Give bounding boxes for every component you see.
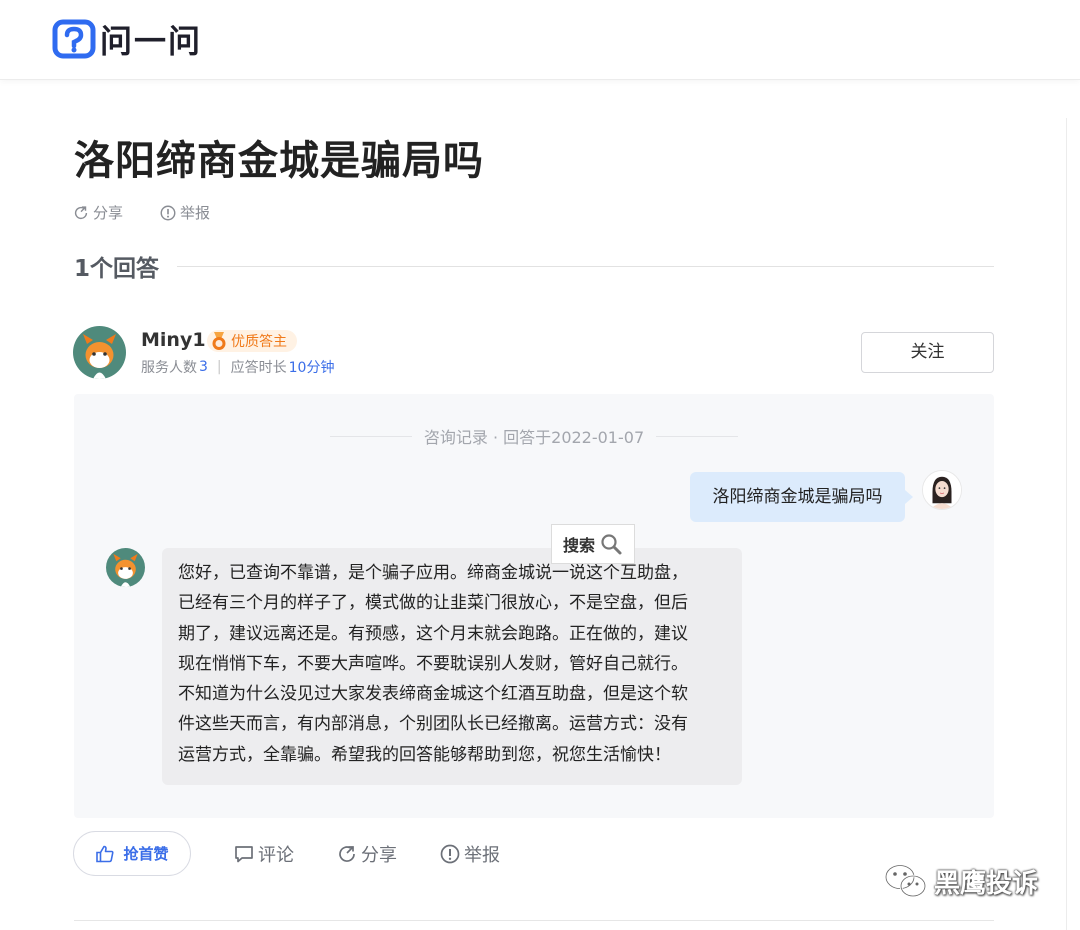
user-message-bubble: 洛阳缔商金城是骗局吗 [690,472,913,522]
comment-label: 评论 [258,844,294,866]
like-button[interactable]: 抢首赞 [73,831,191,876]
header-line-left [330,435,412,437]
page-divider [1066,118,1067,930]
answer-message-bubble: 您好，已查询不靠谱，是个骗子应用。缔商金城说一说这个互助盘， 已经有三个月的样子… [162,548,742,785]
header-line-right [656,435,738,437]
answers-count: 1个回答 [74,256,160,282]
answer-actions: 抢首赞 评论 分享 举报 [73,831,500,876]
answer-line: 期了，建议远离还是。有预感，这个月末就会跑路。正在做的，建议 [178,623,688,644]
watermark-text: 黑鹰投诉 [934,868,1039,899]
answer-line: 运营方式，全靠骗。希望我的回答能够帮助到您，祝您生活愉快！ [178,744,671,765]
answer-report-button[interactable]: 举报 [439,841,500,867]
brand-name: 问一问 [100,22,203,60]
search-icon [601,534,622,555]
wechat-icon [884,864,927,898]
user-portrait-icon [923,471,961,509]
like-label: 抢首赞 [123,845,169,863]
answer-line: 您好，已查询不靠谱，是个骗子应用。缔商金城说一说这个互助盘， [178,563,688,583]
question-title: 洛阳缔商金城是骗局吗 [74,138,484,184]
comment-icon [235,845,253,862]
top-bar: 问一问 [0,0,1080,80]
consult-header-text: 咨询记录 · 回答于2022-01-07 [423,428,645,447]
share-icon [339,845,355,862]
follow-button[interactable]: 关注 [861,332,994,373]
answers-header: 1个回答 [74,250,994,282]
question-actions: 分享 举报 [72,202,210,223]
header-divider [177,265,994,267]
logo[interactable]: 问一问 [52,16,202,62]
answerer-chat-avatar [106,548,145,587]
answer-share-button[interactable]: 分享 [336,841,397,867]
thumbs-up-icon [96,845,115,862]
quality-badge: 优质答主 [207,330,297,352]
consult-header: 咨询记录 · 回答于2022-01-07 [330,424,738,448]
medal-icon [212,332,226,350]
fox-avatar-icon [106,548,145,587]
bottom-divider [74,920,994,921]
response-label: 应答时长 [230,360,287,376]
share-label: 分享 [361,844,397,866]
share-label: 分享 [93,204,124,222]
answer-line: 现在悄悄下车，不要大声喧哗。不要耽误别人发财，管好自己就行。 [178,653,688,674]
stats-separator: | [216,359,222,375]
badge-label: 优质答主 [231,334,287,350]
report-label: 举报 [180,204,211,222]
answerer-avatar[interactable] [73,326,126,379]
answerer-name[interactable]: Miny1 [141,329,206,351]
question-report-button[interactable]: 举报 [159,202,210,223]
report-icon [440,844,460,863]
served-count: 3 [199,359,208,375]
comment-button[interactable]: 评论 [233,841,294,867]
fox-avatar-icon [73,326,126,379]
search-label: 搜索 [562,536,595,555]
answerer-stats: 服务人数 3 | 应答时长 10分钟 [141,357,334,377]
report-icon [160,205,176,220]
report-label: 举报 [464,844,500,866]
answer-line: 不知道为什么没见过大家发表缔商金城这个红酒互助盘，但是这个软 [178,684,688,705]
share-icon [74,205,88,219]
response-time: 10分钟 [288,360,335,376]
logo-question-icon [52,19,96,59]
search-popup-button[interactable]: 搜索 [551,524,635,564]
watermark: 黑鹰投诉 [884,862,1038,900]
user-avatar [922,470,962,510]
served-label: 服务人数 [141,360,197,376]
answer-line: 件这些天而言，有内部消息，个别团队长已经撤离。运营方式：没有 [178,714,688,735]
consult-record: 咨询记录 · 回答于2022-01-07 洛阳缔商金城是骗局吗 您好，已查询不靠… [74,394,994,818]
answer-line: 已经有三个月的样子了，模式做的让韭菜门很放心，不是空盘，但后 [178,593,688,614]
question-share-button[interactable]: 分享 [72,202,123,223]
